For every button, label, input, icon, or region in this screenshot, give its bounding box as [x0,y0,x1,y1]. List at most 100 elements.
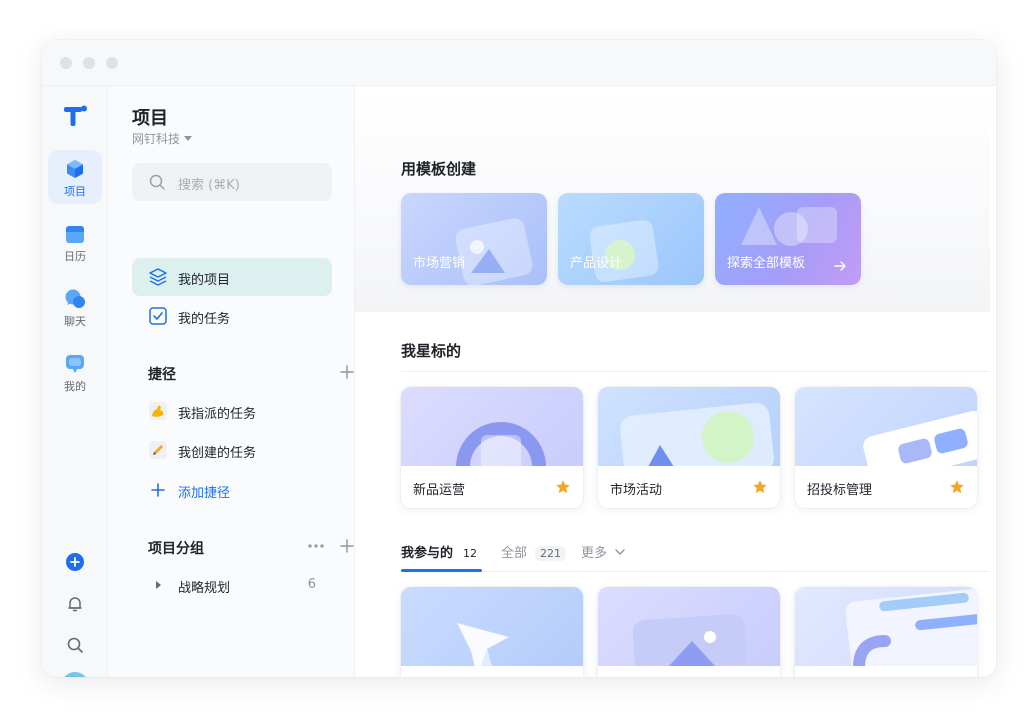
app-window: 项目 日历 聊天 我的 项目 网钉科技 搜索 (⌘K) 我的项目 我的任务 捷径… [42,40,996,677]
rail-item-label: 项目 [64,185,86,198]
create-button[interactable] [63,550,87,574]
app-rail: 项目 日历 聊天 我的 [42,86,108,677]
star-icon[interactable] [949,479,965,495]
search-input[interactable]: 搜索 (⌘K) [132,163,332,201]
shortcut-label: 我创建的任务 [178,446,257,461]
tab-more[interactable]: 更多 [581,542,625,561]
rail-item-project[interactable]: 项目 [48,150,102,204]
main-content: 用模板创建 市场营销 产品设计 探索全部模板 我星标的 新品运营 市场活动 招投… [355,86,996,677]
nav-label: 我的任务 [178,312,231,327]
window-maximize-button[interactable] [106,57,118,69]
image-icon [632,613,748,666]
plus-icon [148,480,168,500]
search-icon [149,174,165,190]
org-switcher[interactable]: 网钉科技 [132,130,193,147]
chevron-down-icon [615,549,625,555]
tab-count: 221 [535,546,567,561]
checkbox-icon [148,306,168,326]
more-horizontal-icon[interactable] [306,538,326,554]
shortcut-assigned-by-me[interactable]: 我指派的任务 [132,392,332,430]
starred-card-bidding-management[interactable]: 招投标管理 [795,387,977,508]
rail-item-calendar[interactable]: 日历 [48,215,102,269]
card-cover [401,587,583,666]
add-shortcut-link[interactable]: 添加捷径 [132,471,332,509]
rail-item-label: 我的 [64,380,86,393]
rail-item-chat[interactable]: 聊天 [48,280,102,334]
notifications-button[interactable] [63,592,87,616]
title-bar [42,40,996,86]
project-card[interactable] [795,587,977,677]
group-count: 6 [307,577,316,592]
add-shortcut-plus-icon[interactable] [339,364,355,380]
tab-participating[interactable]: 我参与的 12 [401,542,477,561]
starred-heading: 我星标的 [401,342,462,360]
tab-label: 更多 [581,546,608,561]
template-card-product-design[interactable]: 产品设计 [558,193,704,285]
starred-card-marketing-event[interactable]: 市场活动 [598,387,780,508]
nav-label: 我的项目 [178,273,231,288]
layers-icon [148,267,168,287]
cursor-arrow-icon [457,623,509,666]
plus-circle-icon [66,553,84,571]
add-group-plus-icon[interactable] [339,538,355,554]
template-card-marketing[interactable]: 市场营销 [401,193,547,285]
star-icon[interactable] [752,479,768,495]
flexed-arm-emoji-icon [148,401,168,421]
card-cover [795,387,977,466]
tab-count: 12 [463,547,478,560]
pencil-emoji-icon [148,440,168,460]
project-tabs: 我参与的 12 全部 221 更多 [401,540,990,572]
project-card[interactable] [401,587,583,677]
window-close-button[interactable] [60,57,72,69]
project-cube-icon [67,160,83,178]
template-label: 产品设计 [570,256,623,271]
group-label: 战略规划 [178,581,231,596]
nav-my-projects[interactable]: 我的项目 [132,258,332,296]
window-minimize-button[interactable] [83,57,95,69]
group-item-strategy[interactable]: 战略规划 6 [132,566,332,604]
org-name: 网钉科技 [132,132,181,146]
search-placeholder: 搜索 (⌘K) [178,178,240,193]
tab-all[interactable]: 全部 221 [501,542,567,561]
nav-my-tasks[interactable]: 我的任务 [132,297,332,335]
tab-label: 全部 [501,546,528,561]
templates-heading: 用模板创建 [401,160,477,178]
template-label: 市场营销 [413,256,466,271]
toggle-panel-icon [863,410,977,466]
active-tab-indicator [401,569,482,572]
image-icon [620,402,774,466]
explore-all-templates-card[interactable]: 探索全部模板 [715,193,861,285]
caret-down-icon [184,136,193,141]
card-title: 招投标管理 [807,483,873,498]
card-cover [598,587,780,666]
card-title: 市场活动 [610,483,663,498]
expand-triangle-icon[interactable] [148,575,168,595]
search-icon [67,637,83,653]
profile-icon [66,355,84,373]
bell-icon [68,597,82,612]
starred-card-new-product-ops[interactable]: 新品运营 [401,387,583,508]
arrow-right-icon [834,261,846,271]
project-card[interactable] [598,587,780,677]
design-shape-icon [589,220,659,282]
shortcut-label: 我指派的任务 [178,407,257,422]
rail-item-label: 聊天 [64,315,86,328]
global-search-button[interactable] [63,633,87,657]
sidebar-title: 项目 [132,108,168,129]
add-shortcut-label: 添加捷径 [178,486,231,501]
user-avatar-icon [64,672,86,677]
avatar[interactable] [61,672,89,677]
image-icon [455,218,533,285]
chat-icon [65,289,85,308]
section-divider [401,371,990,372]
rail-item-label: 日历 [64,250,86,263]
card-cover [795,587,977,666]
tab-label: 我参与的 [401,546,454,561]
shortcuts-heading: 捷径 [148,367,176,383]
shortcut-created-by-me[interactable]: 我创建的任务 [132,431,332,469]
rail-item-mine[interactable]: 我的 [48,345,102,399]
app-logo-icon [64,105,87,126]
calendar-icon [66,226,84,243]
star-icon[interactable] [555,479,571,495]
card-cover [401,387,583,466]
